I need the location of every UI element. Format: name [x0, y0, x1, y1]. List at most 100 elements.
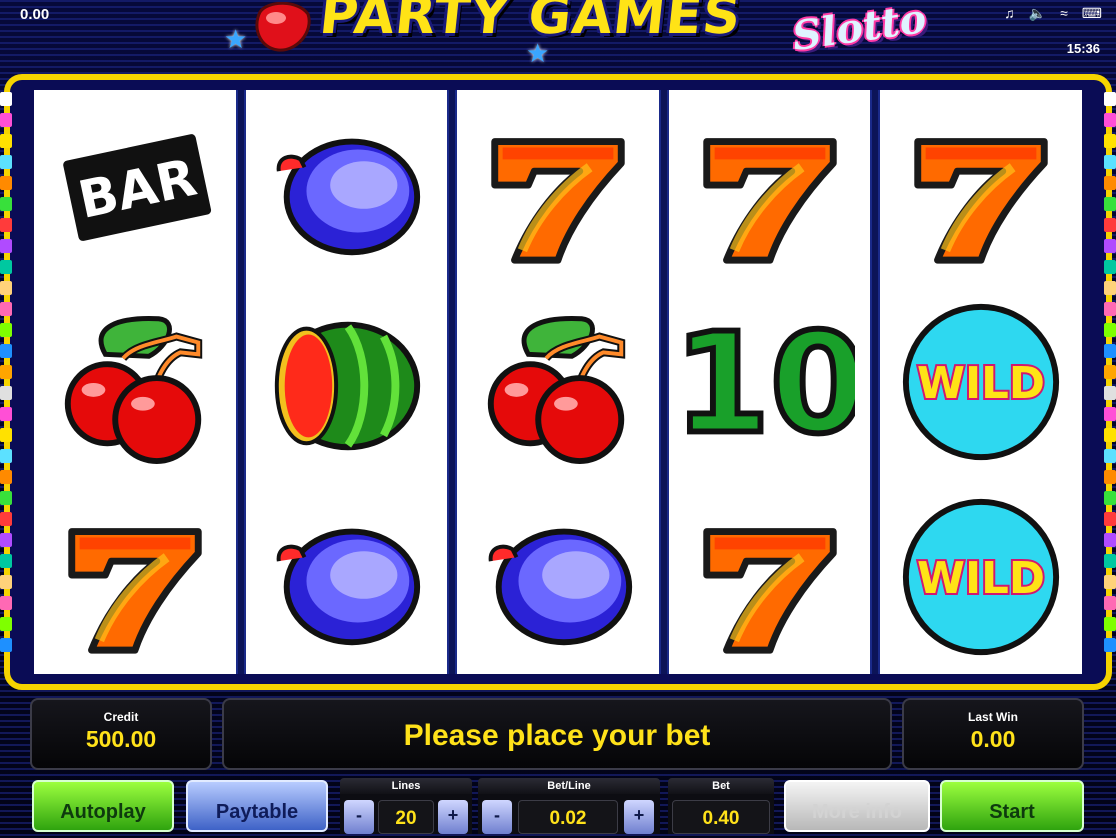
payline-marker[interactable] [0, 281, 12, 295]
paytable-button[interactable]: Paytable [186, 780, 328, 832]
payline-marker[interactable] [1104, 323, 1116, 337]
seven-symbol [473, 102, 643, 272]
payline-marker[interactable] [0, 491, 12, 505]
payline-marker[interactable] [1104, 596, 1116, 610]
seven-symbol [50, 492, 220, 662]
payline-marker[interactable] [1104, 575, 1116, 589]
payline-marker[interactable] [0, 134, 12, 148]
payline-marker[interactable] [0, 554, 12, 568]
payline-marker[interactable] [0, 533, 12, 547]
payline-marker[interactable] [1104, 491, 1116, 505]
payline-marker[interactable] [0, 113, 12, 127]
lines-value: 20 [378, 800, 434, 834]
payline-marker[interactable] [0, 176, 12, 190]
reel-separator [235, 90, 246, 674]
plum-symbol [261, 492, 431, 662]
music-note-icon[interactable]: ♫ [1004, 5, 1015, 22]
top-credit-readout: 0.00 [20, 6, 50, 23]
payline-marker[interactable] [0, 386, 12, 400]
payline-marker[interactable] [1104, 512, 1116, 526]
autoplay-button[interactable]: Autoplay [32, 780, 174, 832]
payline-marker[interactable] [0, 239, 12, 253]
payline-marker[interactable] [0, 218, 12, 232]
logo-subtitle: Slotto [789, 0, 930, 61]
payline-marker[interactable] [0, 155, 12, 169]
payline-marker[interactable] [0, 323, 12, 337]
payline-marker[interactable] [0, 197, 12, 211]
payline-marker[interactable] [0, 365, 12, 379]
bar-symbol: BAR [50, 102, 220, 272]
volume-icon[interactable]: 🔈 [1029, 5, 1046, 22]
payline-marker[interactable] [0, 470, 12, 484]
plum-symbol [261, 102, 431, 272]
payline-marker[interactable] [1104, 239, 1116, 253]
payline-marker[interactable] [1104, 197, 1116, 211]
reel-separator [870, 90, 881, 674]
payline-marker[interactable] [1104, 218, 1116, 232]
payline-marker[interactable] [1104, 449, 1116, 463]
payline-marker[interactable] [1104, 302, 1116, 316]
payline-marker[interactable] [0, 344, 12, 358]
seven-symbol [896, 102, 1066, 272]
payline-marker[interactable] [1104, 155, 1116, 169]
reels-area[interactable]: BAR WILD WILD [34, 90, 1082, 674]
payline-marker[interactable] [0, 617, 12, 631]
payline-marker[interactable] [0, 260, 12, 274]
bet-line-control: Bet/Line - 0.02 + [478, 778, 660, 838]
status-message: Please place your bet [403, 719, 711, 752]
reel-5: WILD WILD [880, 90, 1082, 674]
payline-marker[interactable] [1104, 407, 1116, 421]
payline-marker[interactable] [0, 638, 12, 652]
bet-line-decrease-button[interactable]: - [482, 800, 512, 834]
bet-line-value: 0.02 [518, 800, 618, 834]
bet-line-increase-button[interactable]: + [624, 800, 654, 834]
cherry-symbol [473, 297, 643, 467]
reel-separator [658, 90, 669, 674]
payline-marker[interactable] [1104, 176, 1116, 190]
payline-marker[interactable] [1104, 344, 1116, 358]
payline-marker[interactable] [1104, 260, 1116, 274]
lines-decrease-button[interactable]: - [344, 800, 374, 834]
payline-marker[interactable] [0, 449, 12, 463]
payline-marker[interactable] [0, 512, 12, 526]
last-win-label: Last Win [968, 710, 1018, 724]
payline-marker[interactable] [1104, 365, 1116, 379]
payline-marker[interactable] [0, 302, 12, 316]
svg-text:WILD: WILD [917, 359, 1045, 409]
credit-panel: Credit 500.00 [30, 698, 212, 770]
payline-marker[interactable] [1104, 281, 1116, 295]
payline-marker[interactable] [1104, 428, 1116, 442]
lines-label: Lines [340, 778, 472, 794]
seven-symbol [685, 102, 855, 272]
wild-symbol: WILD [896, 492, 1066, 662]
last-win-panel: Last Win 0.00 [902, 698, 1084, 770]
start-button[interactable]: Start [940, 780, 1084, 832]
payline-marker[interactable] [1104, 554, 1116, 568]
clock: 15:36 [1066, 41, 1100, 56]
lines-increase-button[interactable]: + [438, 800, 468, 834]
payline-marker[interactable] [1104, 533, 1116, 547]
payline-marker[interactable] [1104, 386, 1116, 400]
payline-marker[interactable] [1104, 638, 1116, 652]
payline-marker[interactable] [0, 407, 12, 421]
reel-separator [447, 90, 458, 674]
keyboard-icon[interactable]: ⌨ [1082, 5, 1102, 22]
payline-marker[interactable] [1104, 113, 1116, 127]
payline-marker[interactable] [0, 92, 12, 106]
payline-marker[interactable] [1104, 134, 1116, 148]
payline-marker[interactable] [0, 428, 12, 442]
payline-marker[interactable] [1104, 92, 1116, 106]
more-info-button[interactable]: More info [784, 780, 930, 832]
wifi-icon: ≈ [1060, 5, 1068, 21]
bet-value: 0.40 [672, 800, 770, 834]
ten-symbol: 10 [685, 297, 855, 467]
bet-line-label: Bet/Line [478, 778, 660, 794]
payline-markers-left [0, 92, 12, 674]
svg-text:10: 10 [685, 303, 855, 464]
payline-marker[interactable] [1104, 470, 1116, 484]
cherry-symbol [50, 297, 220, 467]
payline-marker[interactable] [0, 575, 12, 589]
payline-marker[interactable] [1104, 617, 1116, 631]
watermelon-symbol [261, 297, 431, 467]
payline-marker[interactable] [0, 596, 12, 610]
